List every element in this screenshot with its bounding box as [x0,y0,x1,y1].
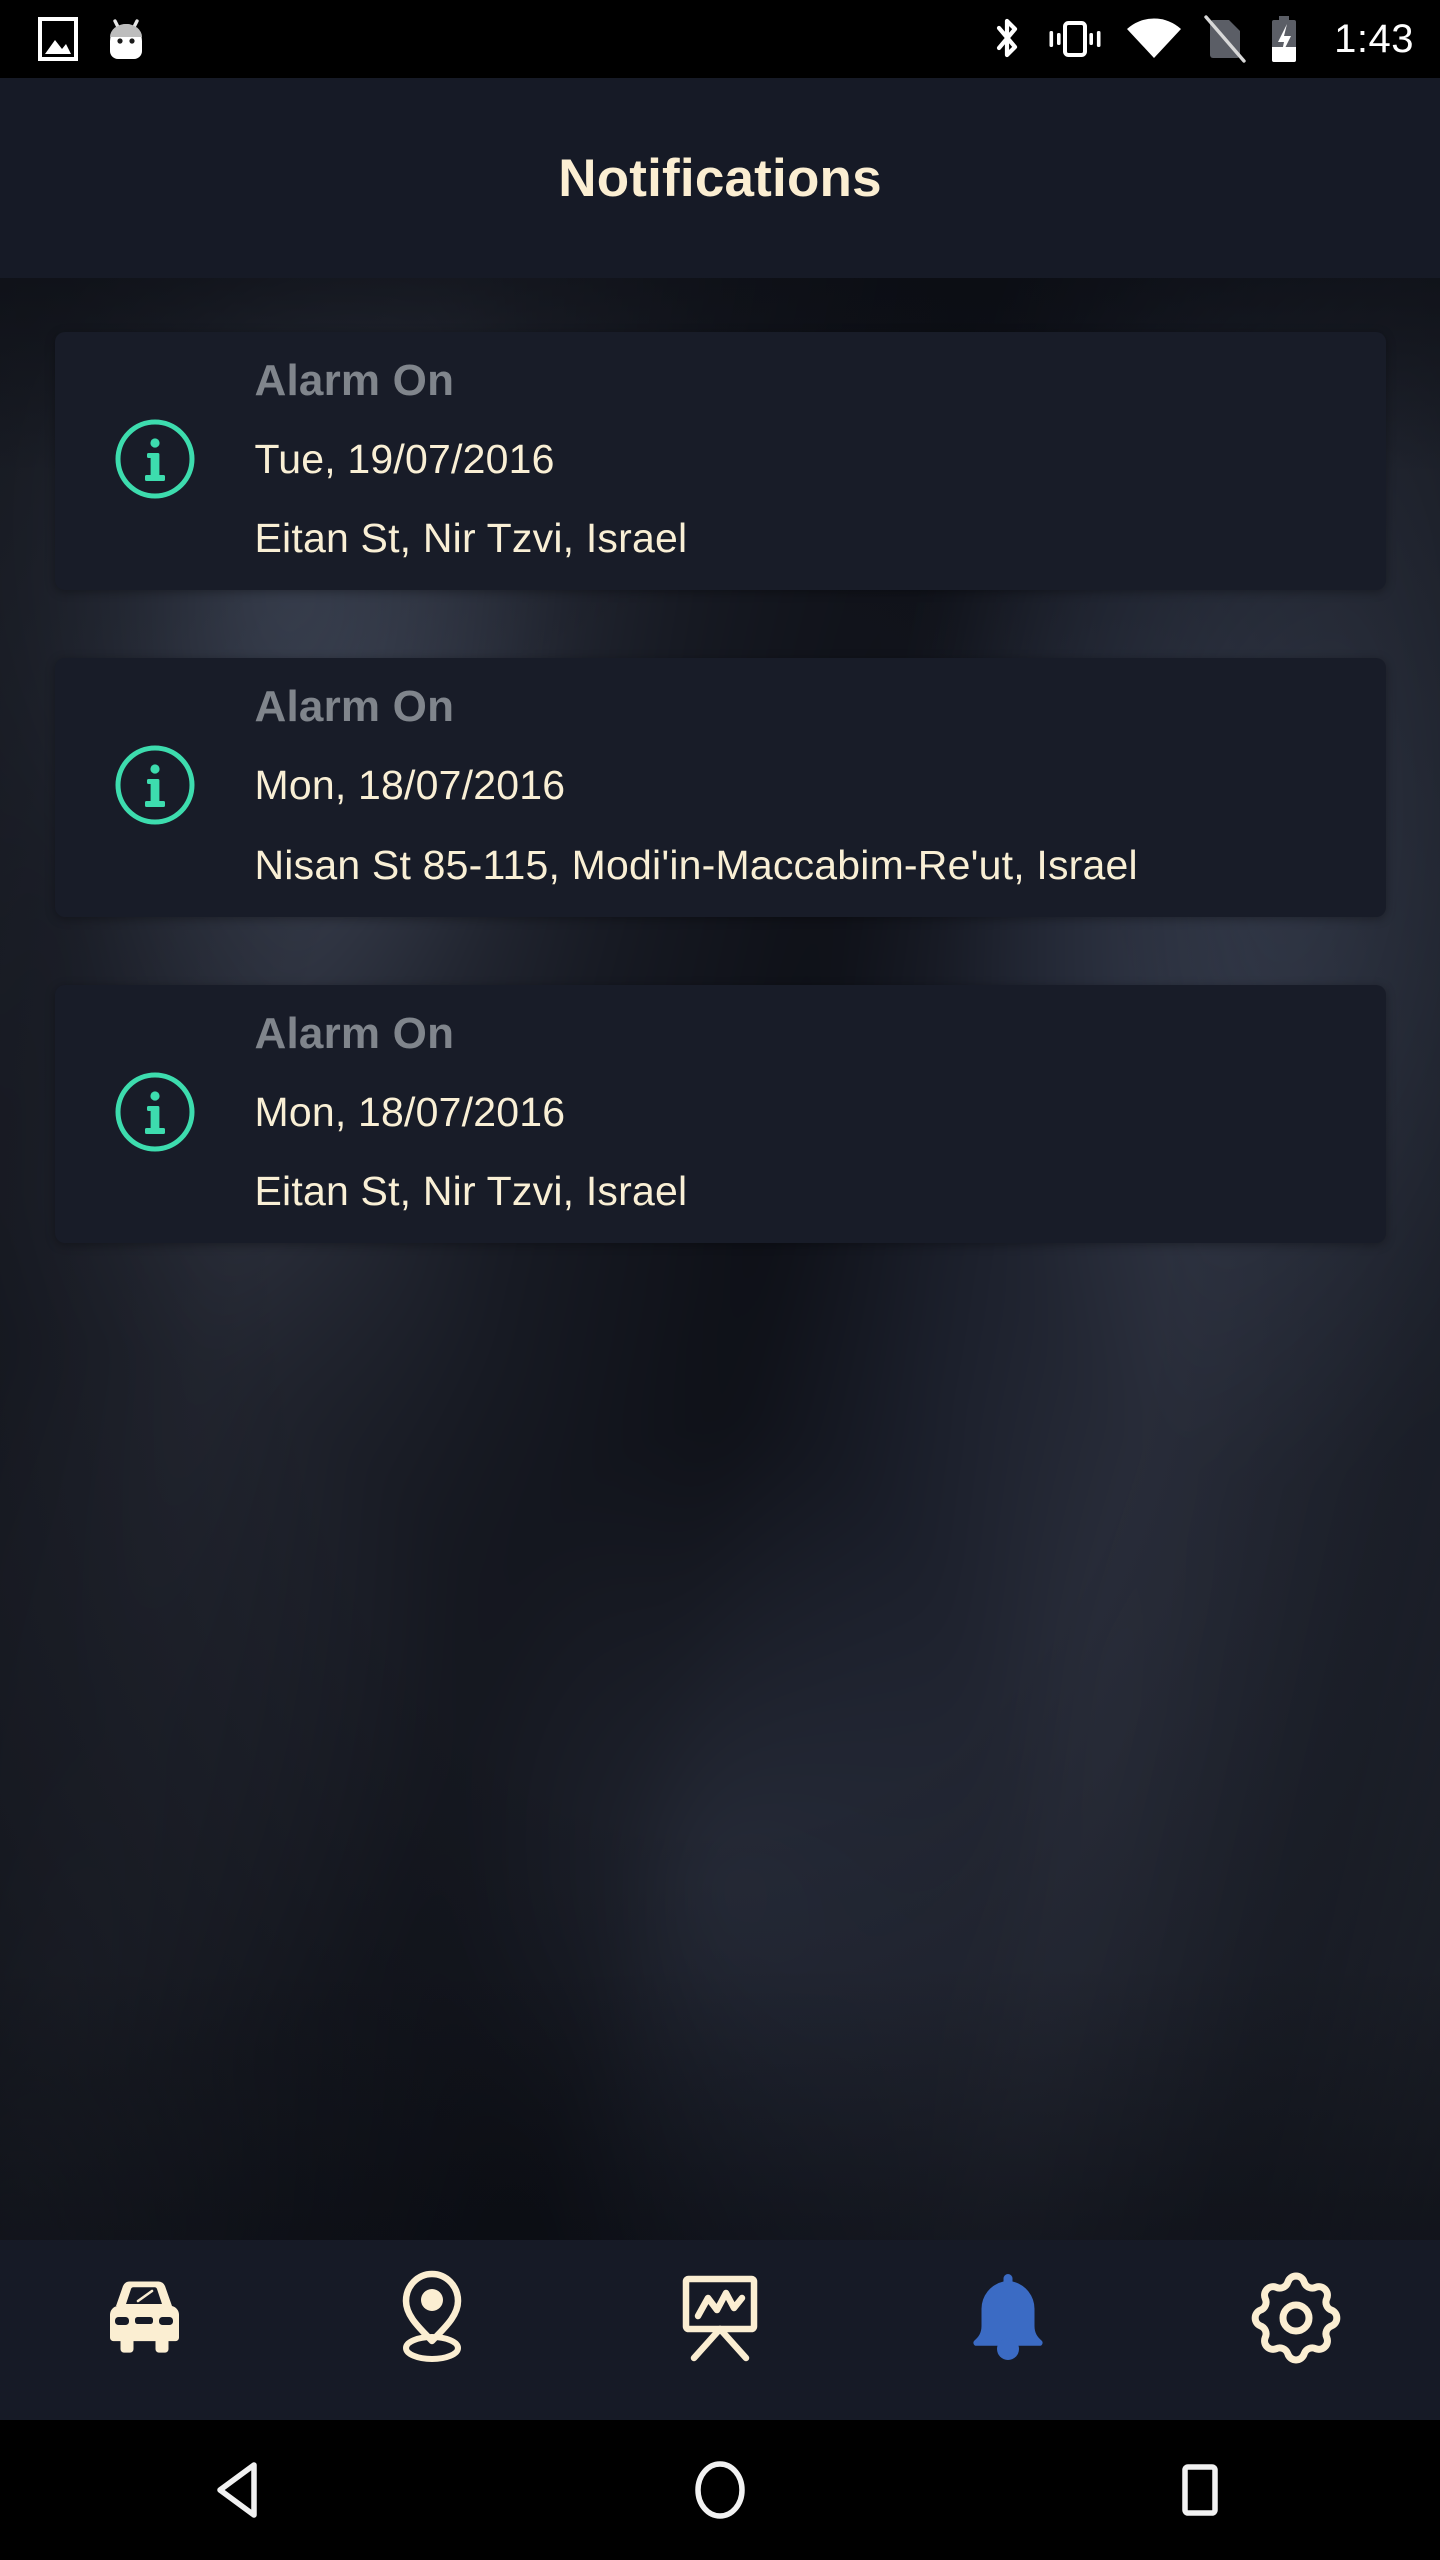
chart-easel-icon [682,2275,758,2362]
wifi-icon [1127,18,1182,58]
app-header: Notifications [0,78,1440,278]
notification-date: Tue, 19/07/2016 [254,436,555,483]
notification-icon-container [55,741,255,829]
status-bar-right-icons: 1:43 [990,14,1414,64]
notification-card[interactable]: Alarm On Mon, 18/07/2016 Eitan St, Nir T… [54,984,1386,1243]
tab-location[interactable] [288,2258,576,2378]
battery-charging-icon [1272,16,1297,62]
no-sim-icon [1204,15,1246,63]
status-bar: 1:43 [0,0,1440,78]
phone-screen: 1:43 Notifications Alarm On Tue, 19/07/2… [0,0,1440,2560]
tab-vehicle[interactable] [0,2258,288,2378]
location-pin-icon [402,2270,462,2362]
notification-body: Alarm On Tue, 19/07/2016 Eitan St, Nir T… [254,356,1386,562]
notification-card[interactable]: Alarm On Mon, 18/07/2016 Nisan St 85-115… [54,658,1386,917]
notification-body: Alarm On Mon, 18/07/2016 Nisan St 85-115… [255,684,1386,886]
bluetooth-icon [997,18,1018,58]
android-navigation-bar [0,2420,1440,2560]
info-circle-icon [115,745,194,825]
content-area: Alarm On Tue, 19/07/2016 Eitan St, Nir T… [0,278,1440,2240]
nav-recents-button[interactable] [960,2420,1440,2560]
notification-body: Alarm On Mon, 18/07/2016 Eitan St, Nir T… [254,1008,1386,1214]
status-bar-left-icons [38,15,148,63]
tab-reports[interactable] [576,2258,864,2378]
notification-date: Mon, 18/07/2016 [254,762,566,809]
status-bar-clock: 1:43 [1334,17,1414,61]
notification-icon-container [55,415,255,503]
notification-icon-container [55,1068,255,1156]
notification-address: Eitan St, Nir Tzvi, Israel [254,1167,688,1214]
page-title: Notifications [558,148,882,208]
bottom-tab-bar [0,2240,1440,2420]
notification-title: Alarm On [254,682,455,732]
nav-home-button[interactable] [480,2420,960,2560]
notification-card[interactable]: Alarm On Tue, 19/07/2016 Eitan St, Nir T… [54,332,1386,591]
tab-settings[interactable] [1152,2258,1440,2378]
android-head-icon [110,19,142,59]
info-circle-icon [115,419,194,499]
recents-square-icon [1182,2464,1218,2516]
home-circle-icon [695,2461,745,2519]
tab-notifications[interactable] [864,2258,1152,2378]
gear-icon [1251,2272,1341,2364]
back-triangle-icon [217,2462,257,2518]
notification-address: Nisan St 85-115, Modi'in-Maccabim-Re'ut,… [254,841,1138,888]
notification-list: Alarm On Tue, 19/07/2016 Eitan St, Nir T… [0,278,1440,1243]
nav-back-button[interactable] [0,2420,480,2560]
bell-icon [973,2274,1043,2360]
notification-title: Alarm On [254,356,455,405]
notification-title: Alarm On [254,1008,455,1058]
photo-icon [38,17,78,61]
info-circle-icon [115,1072,194,1152]
car-icon [110,2281,179,2353]
notification-address: Eitan St, Nir Tzvi, Israel [254,515,688,562]
notification-date: Mon, 18/07/2016 [254,1088,566,1135]
vibrate-icon [1049,21,1101,57]
